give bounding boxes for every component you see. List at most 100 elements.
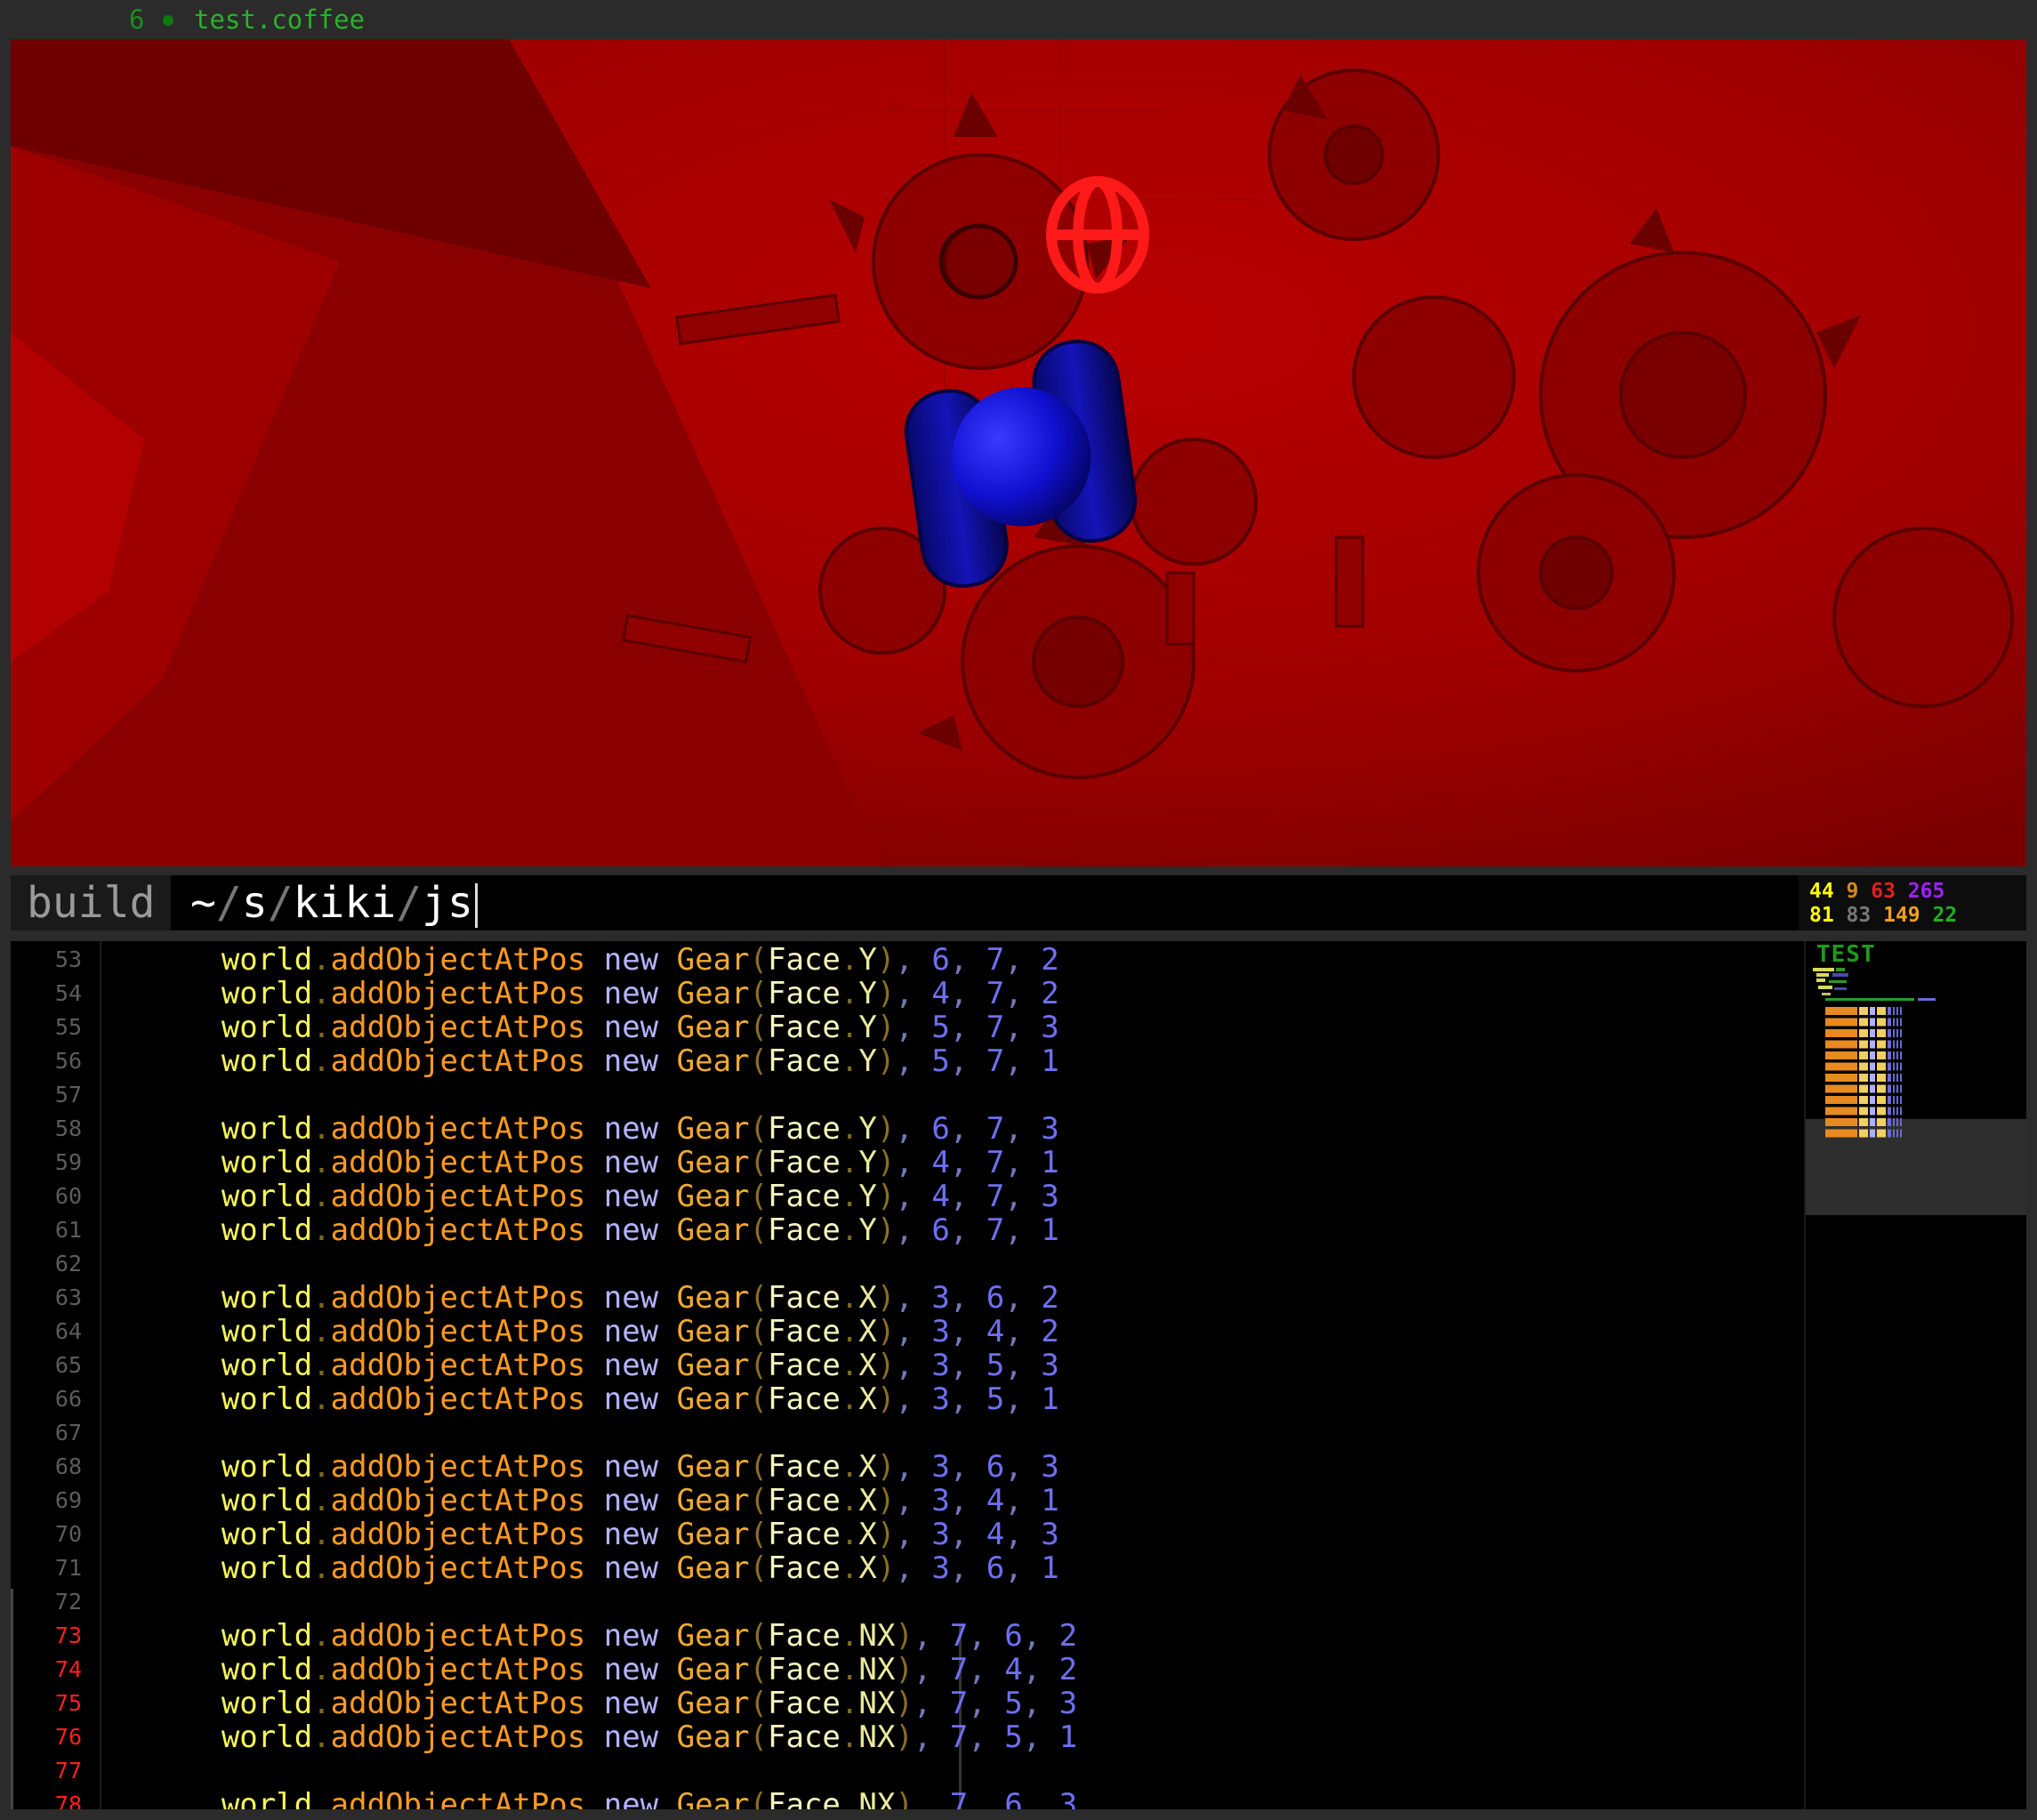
token-property: X [858,1483,877,1518]
code-line[interactable]: world.addObjectAtPos new Gear(Face.NX), … [112,1653,1077,1687]
token-punct: , [949,1314,986,1349]
code-line[interactable]: world.addObjectAtPos new Gear(Face.Y), 4… [112,977,1059,1011]
token-punct: ( [749,1550,769,1586]
token-object: world [221,1010,313,1045]
code-line[interactable]: world.addObjectAtPos new Gear(Face.NX), … [112,1687,1077,1720]
path-part: js [422,878,473,928]
code-line[interactable]: world.addObjectAtPos new Gear(Face.Y), 5… [112,1044,1059,1078]
minimap-block [1896,1007,1898,1015]
token-keyword: new [603,1787,659,1809]
minimap-block [1888,1040,1891,1049]
minimap-block [1900,1096,1902,1104]
minimap-block [1825,1129,1857,1138]
command-label[interactable]: build [27,875,156,930]
token-property: X [858,1381,877,1417]
token-punct: , [949,976,986,1011]
code-line[interactable]: world.addObjectAtPos new Gear(Face.NX), … [112,1720,1077,1754]
token-method: addObjectAtPos [330,1111,586,1147]
token-class: Gear [676,1483,750,1518]
token-number: 1 [1041,1043,1059,1079]
token-keyword: new [603,1719,659,1755]
code-line[interactable]: world.addObjectAtPos new Gear(Face.Y), 6… [112,1213,1059,1247]
token-punct: ( [749,1043,769,1079]
token-punct: ) [876,1550,896,1586]
token-property: Y [858,1212,877,1248]
token-punct: , [895,1179,932,1214]
code-line[interactable]: world.addObjectAtPos new Gear(Face.NX), … [112,1619,1077,1653]
code-area[interactable]: world.addObjectAtPos new Gear(Face.Y), 6… [112,941,1802,1809]
code-line[interactable]: world.addObjectAtPos new Gear(Face.Y), 6… [112,1112,1059,1146]
tab-file-name[interactable]: test.coffee [194,0,365,39]
token-property: Y [858,976,877,1011]
minimap[interactable]: TEST [1804,941,2026,1809]
token-class: Gear [676,1145,750,1180]
token-number: 3 [1041,1449,1059,1485]
token-punct: , [895,1517,932,1552]
token-punct: ) [876,1179,896,1214]
code-line[interactable]: world.addObjectAtPos new Gear(Face.Y), 4… [112,1146,1059,1180]
code-line[interactable]: world.addObjectAtPos new Gear(Face.NX), … [112,1788,1077,1809]
token-punct: ) [876,1314,896,1349]
minimap-block [1825,1074,1857,1082]
token-punct: . [312,1483,331,1518]
line-number-gutter[interactable]: 53 54 55 56 57 58 59 60 61 62 63 64 65 66 67 68 69 70 71 72… [11,941,101,1809]
code-editor[interactable]: 53 54 55 56 57 58 59 60 61 62 63 64 65 66 67 68 69 70 71 72… [11,941,2026,1809]
command-input[interactable]: ~/s/kiki/js [171,875,1799,930]
token-method: addObjectAtPos [330,1618,586,1654]
code-line[interactable]: world.addObjectAtPos new Gear(Face.X), 3… [112,1484,1059,1518]
code-line[interactable]: world.addObjectAtPos new Gear(Face.X), 3… [112,1551,1059,1585]
3d-scene [11,39,2026,866]
minimap-block [1888,1062,1891,1071]
code-line[interactable]: world.addObjectAtPos new Gear(Face.Y), 4… [112,1180,1059,1213]
minimap-block [1859,1018,1868,1027]
minimap-block [1893,1051,1895,1059]
token-punct: ) [876,1111,896,1147]
token-object: world [221,1314,313,1349]
token-number: 3 [931,1381,950,1417]
token-punct: , [1004,1111,1042,1147]
line-number: 74 [54,1656,82,1682]
code-line[interactable]: world.addObjectAtPos new Gear(Face.X), 3… [112,1518,1059,1551]
token-punct: ( [749,1618,769,1654]
token-number: 7 [986,1010,1005,1045]
token-punct: , [1004,1179,1042,1214]
minimap-block [1900,1029,1902,1037]
code-line[interactable]: world.addObjectAtPos new Gear(Face.Y), 5… [112,1011,1059,1044]
token-keyword: new [603,1280,659,1316]
minimap-block [1877,1051,1886,1059]
token-number: 1 [1041,1212,1059,1248]
minimap-block [1859,1118,1868,1126]
minimap-block [1900,1018,1902,1027]
token-punct: , [968,1652,1005,1687]
minimap-block [1870,1051,1875,1059]
token-number: 1 [1041,1483,1059,1518]
token-identifier: Face [768,1550,841,1586]
stat-value: 44 [1809,880,1847,903]
token-method: addObjectAtPos [330,1686,586,1721]
token-identifier: Face [768,1652,841,1687]
game-viewport[interactable] [11,39,2026,866]
code-line[interactable]: world.addObjectAtPos new Gear(Face.X), 3… [112,1281,1059,1315]
token-number: 3 [931,1314,950,1349]
token-punct: , [949,1212,986,1248]
minimap-block [1825,1062,1857,1071]
token-method: addObjectAtPos [330,976,586,1011]
minimap-block [1900,1051,1902,1059]
code-line[interactable]: world.addObjectAtPos new Gear(Face.X), 3… [112,1349,1059,1382]
token-punct: , [1004,976,1042,1011]
token-number: 3 [1059,1787,1078,1809]
line-number: 76 [54,1724,82,1750]
token-number: 7 [986,1212,1005,1248]
token-number: 6 [1004,1787,1023,1809]
token-method: addObjectAtPos [330,1787,586,1809]
code-line[interactable]: world.addObjectAtPos new Gear(Face.X), 3… [112,1382,1059,1416]
minimap-block [1900,1062,1902,1071]
minimap-block [1888,1029,1891,1037]
token-method: addObjectAtPos [330,1381,586,1417]
code-line[interactable]: world.addObjectAtPos new Gear(Face.X), 3… [112,1450,1059,1484]
code-line[interactable]: world.addObjectAtPos new Gear(Face.Y), 6… [112,943,1059,977]
code-line[interactable]: world.addObjectAtPos new Gear(Face.X), 3… [112,1315,1059,1349]
token-number: 7 [949,1652,969,1687]
path-part: kiki [293,878,397,928]
token-keyword: new [603,1686,659,1721]
